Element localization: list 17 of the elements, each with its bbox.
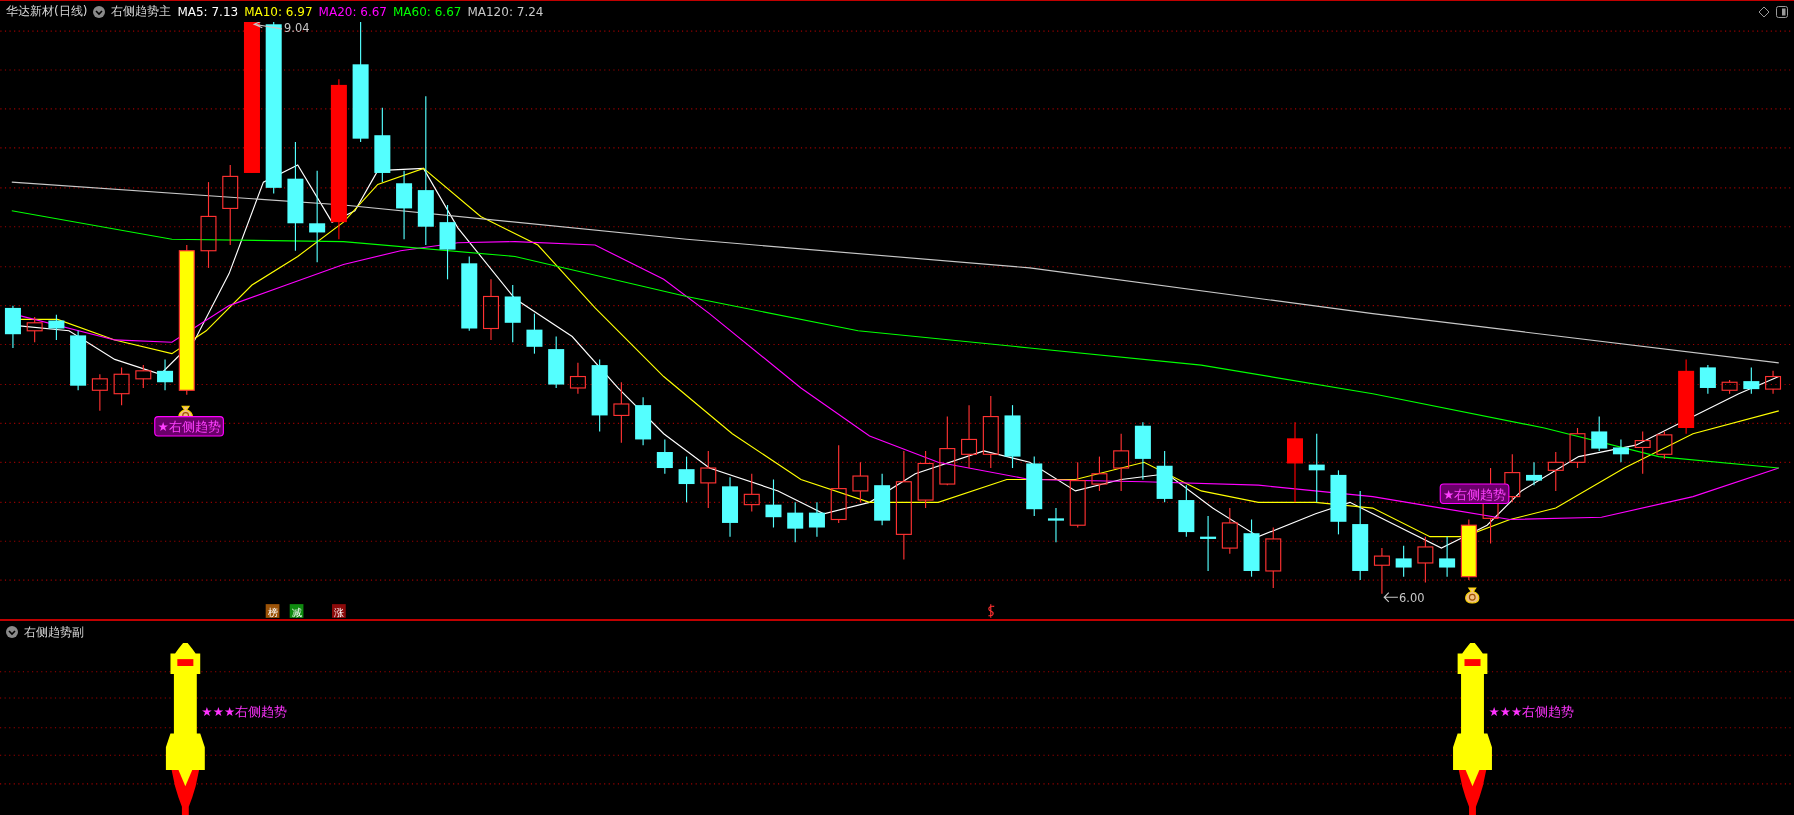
badge: 减 <box>289 604 304 618</box>
ma-reading: MA20: 6.67 <box>318 4 387 19</box>
signal-tag: ★右侧趋势 <box>1439 483 1510 505</box>
ma-reading: MA60: 6.67 <box>393 4 462 19</box>
low-price-label: 6.00 <box>1399 590 1425 605</box>
sub-indicator-name[interactable]: 右侧趋势副 <box>24 623 84 641</box>
ma-reading: MA10: 6.97 <box>244 4 313 19</box>
stock-title: 华达新材(日线) <box>6 3 88 20</box>
badge: 榜 <box>265 604 280 618</box>
signal-label: ★★★右侧趋势 <box>201 704 288 720</box>
high-price-label: 9.04 <box>284 22 310 36</box>
indicator-name[interactable]: 右侧趋势主 <box>111 3 172 20</box>
ma-reading: MA5: 7.13 <box>177 4 239 19</box>
badge: 涨 <box>332 604 346 618</box>
ma-reading: MA120: 7.24 <box>467 4 544 19</box>
signal-label: ★★★右侧趋势 <box>1488 704 1575 720</box>
signal-tag: ★右侧趋势 <box>154 416 224 437</box>
